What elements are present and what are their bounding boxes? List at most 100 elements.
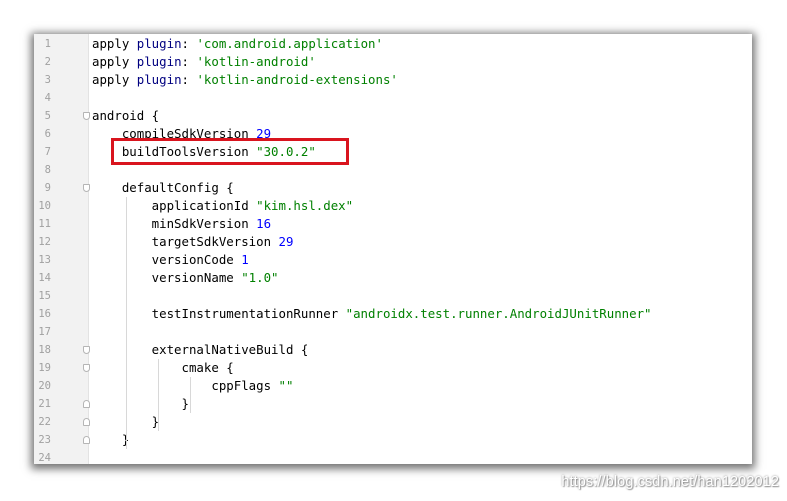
code-token: }	[92, 432, 130, 447]
code-text: }	[92, 431, 129, 449]
line-number: 4	[44, 92, 51, 104]
code-text: versionCode 1	[92, 251, 249, 269]
code-line[interactable]: 19 cmake {	[34, 359, 752, 377]
watermark-text: https://blog.csdn.net/han1202012	[561, 474, 779, 490]
code-line[interactable]: 12 targetSdkVersion 29	[34, 233, 752, 251]
indent-guide-externalnativebuild	[158, 359, 159, 431]
code-text: externalNativeBuild {	[92, 341, 309, 359]
code-token: apply	[92, 36, 137, 51]
line-number: 9	[44, 182, 51, 194]
code-number: 1	[241, 252, 249, 267]
code-text: defaultConfig {	[92, 179, 234, 197]
code-keyword: plugin	[136, 72, 182, 87]
code-number: 16	[256, 216, 272, 231]
code-line[interactable]: 3 apply plugin: 'kotlin-android-extension…	[34, 71, 752, 89]
code-token: targetSdkVersion	[92, 234, 279, 249]
code-token: apply	[92, 54, 137, 69]
code-line[interactable]: 4	[34, 89, 752, 107]
code-string: 'com.android.application'	[196, 36, 383, 51]
code-line[interactable]: 23 }	[34, 431, 752, 449]
line-number: 23	[38, 434, 51, 446]
code-string: ""	[278, 378, 294, 393]
code-line[interactable]: 13 versionCode 1	[34, 251, 752, 269]
code-number: 29	[278, 234, 294, 249]
fold-end-icon[interactable]	[83, 400, 90, 408]
code-token: :	[181, 72, 197, 87]
code-text: versionName "1.0"	[92, 269, 279, 287]
fold-start-icon[interactable]	[83, 346, 90, 354]
code-line[interactable]: 24	[34, 449, 752, 464]
code-line[interactable]: 11 minSdkVersion 16	[34, 215, 752, 233]
line-number: 5	[44, 110, 51, 122]
indent-guide-defaultconfig	[126, 197, 127, 449]
line-number: 24	[38, 452, 51, 464]
code-string: "kim.hsl.dex"	[256, 198, 354, 213]
code-string: "androidx.test.runner.AndroidJUnitRunner…	[345, 306, 652, 321]
code-token: defaultConfig {	[92, 180, 234, 195]
fold-start-icon[interactable]	[83, 112, 90, 120]
line-number: 13	[38, 254, 51, 266]
screenshot-stage: 1 apply plugin: 'com.android.application'…	[0, 0, 787, 501]
code-line[interactable]: 18 externalNativeBuild {	[34, 341, 752, 359]
line-number: 15	[38, 290, 51, 302]
code-string: 'kotlin-android'	[196, 54, 316, 69]
line-number: 2	[44, 56, 51, 68]
fold-end-icon[interactable]	[83, 436, 90, 444]
code-line[interactable]: 21 }	[34, 395, 752, 413]
line-number: 21	[38, 398, 51, 410]
code-token: versionName	[92, 270, 242, 285]
code-token: :	[181, 54, 197, 69]
fold-start-icon[interactable]	[83, 364, 90, 372]
code-token: :	[181, 36, 197, 51]
code-text: cmake {	[92, 359, 234, 377]
fold-start-icon[interactable]	[83, 184, 90, 192]
code-token: minSdkVersion	[92, 216, 257, 231]
code-text: apply plugin: 'kotlin-android-extensions…	[92, 71, 398, 89]
code-text: apply plugin: 'kotlin-android'	[92, 53, 316, 71]
code-line[interactable]: 16 testInstrumentationRunner "androidx.t…	[34, 305, 752, 323]
code-token: versionCode	[92, 252, 242, 267]
code-keyword: plugin	[136, 36, 182, 51]
code-keyword: plugin	[136, 54, 182, 69]
code-text: android {	[92, 107, 159, 125]
code-text: apply plugin: 'com.android.application'	[92, 35, 383, 53]
line-number: 3	[44, 74, 51, 86]
line-number: 11	[38, 218, 51, 230]
code-token: testInstrumentationRunner	[92, 306, 346, 321]
code-line[interactable]: 10 applicationId "kim.hsl.dex"	[34, 197, 752, 215]
code-editor[interactable]: 1 apply plugin: 'com.android.application'…	[34, 34, 752, 464]
line-number: 12	[38, 236, 51, 248]
line-number: 14	[38, 272, 51, 284]
code-text: applicationId "kim.hsl.dex"	[92, 197, 353, 215]
code-token: applicationId	[92, 198, 257, 213]
code-text: minSdkVersion 16	[92, 215, 271, 233]
line-number: 18	[38, 344, 51, 356]
line-number: 8	[44, 164, 51, 176]
code-lines[interactable]: 1 apply plugin: 'com.android.application'…	[34, 35, 752, 464]
line-number: 19	[38, 362, 51, 374]
code-line[interactable]: 1 apply plugin: 'com.android.application'	[34, 35, 752, 53]
build-tools-version-highlight	[111, 138, 349, 165]
code-token: externalNativeBuild {	[92, 342, 309, 357]
code-line[interactable]: 5 android {	[34, 107, 752, 125]
code-line[interactable]: 22 }	[34, 413, 752, 431]
line-number: 20	[38, 380, 51, 392]
line-number: 16	[38, 308, 51, 320]
fold-end-icon[interactable]	[83, 418, 90, 426]
code-line[interactable]: 9 defaultConfig {	[34, 179, 752, 197]
code-text: targetSdkVersion 29	[92, 233, 294, 251]
line-number: 17	[38, 326, 51, 338]
code-line[interactable]: 15	[34, 287, 752, 305]
code-line[interactable]: 20 cppFlags ""	[34, 377, 752, 395]
line-number: 6	[44, 128, 51, 140]
line-number: 10	[38, 200, 51, 212]
code-token: android {	[92, 108, 160, 123]
code-line[interactable]: 2 apply plugin: 'kotlin-android'	[34, 53, 752, 71]
code-text: }	[92, 395, 189, 413]
code-line[interactable]: 17	[34, 323, 752, 341]
code-string: 'kotlin-android-extensions'	[196, 72, 398, 87]
indent-guide-cmake	[190, 377, 191, 413]
code-token: cmake {	[92, 360, 234, 375]
code-line[interactable]: 14 versionName "1.0"	[34, 269, 752, 287]
code-token: apply	[92, 72, 137, 87]
